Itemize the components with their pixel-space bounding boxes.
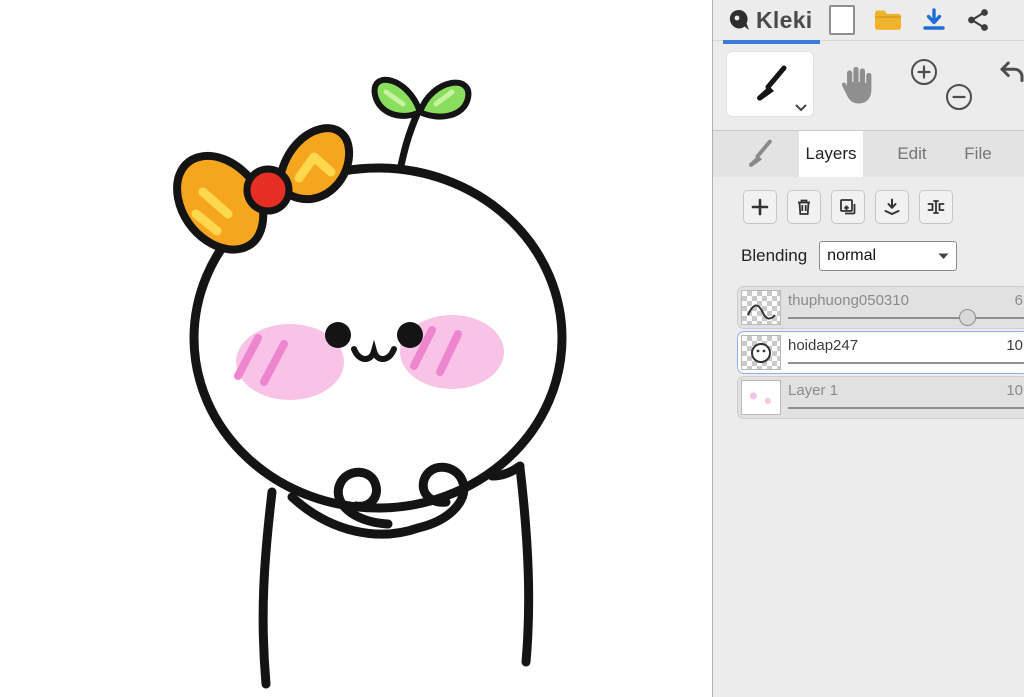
kleki-logo-icon [729, 10, 749, 30]
share-icon[interactable] [965, 7, 991, 33]
layer-opacity-slider[interactable] [788, 309, 1024, 326]
open-folder-icon[interactable] [873, 7, 903, 33]
tab-edit[interactable]: Edit [889, 131, 935, 177]
active-tool-brush-icon[interactable] [739, 131, 779, 177]
drawing-canvas[interactable] [0, 0, 712, 697]
plus-icon [917, 65, 931, 79]
blending-select[interactable]: normal [819, 241, 958, 271]
layer-opacity-slider[interactable] [788, 407, 1024, 409]
rename-layer-button[interactable] [919, 190, 953, 224]
canvas-artwork [173, 76, 567, 689]
layer-row-layer-1[interactable]: Layer 1 10 [737, 376, 1024, 419]
blending-selected-value: normal [827, 247, 877, 264]
layer-actions [743, 190, 953, 224]
tab-layers[interactable]: Layers [799, 131, 863, 177]
app-title: Kleki [756, 6, 813, 33]
layer-name: hoidap247 [788, 337, 859, 354]
add-layer-button[interactable] [743, 190, 777, 224]
current-color-strip[interactable] [723, 40, 820, 44]
layer-opacity-value: 10 [1006, 382, 1023, 399]
layer-thumbnail [741, 380, 781, 415]
download-glyph [923, 8, 945, 30]
layer-opacity-value: 6 [1014, 292, 1023, 309]
panel-tab-bar: Layers Edit File [713, 130, 1024, 177]
duplicate-layer-button[interactable] [831, 190, 865, 224]
blending-label: Blending [741, 246, 808, 265]
topbar: Kleki [713, 0, 1024, 41]
tool-tab-brush[interactable] [727, 52, 813, 116]
layer-opacity-value: 10 [1006, 337, 1023, 354]
topbar-icons [829, 5, 991, 35]
duplicate-icon [840, 199, 856, 215]
side-panel: Kleki Layers Edit File Blending normal t… [712, 0, 1024, 697]
zoom-out-button[interactable] [946, 84, 972, 110]
delete-layer-button[interactable] [787, 190, 821, 224]
layer-row-thuphuong050310[interactable]: thuphuong050310 6 [737, 286, 1024, 329]
share-glyph [968, 9, 988, 31]
merge-down-icon [884, 198, 900, 215]
layer-thumbnail [741, 335, 781, 370]
brush-tool-icon [757, 65, 787, 101]
new-file-icon[interactable] [829, 5, 855, 35]
rename-icon [927, 200, 945, 214]
layer-name: thuphuong050310 [788, 292, 909, 309]
blending-row: Blending normal [741, 240, 958, 272]
tab-file[interactable]: File [955, 131, 1001, 177]
layer-thumbnail [741, 290, 781, 325]
zoom-in-button[interactable] [911, 59, 937, 85]
folder-glyph [875, 10, 901, 30]
minus-icon [952, 95, 966, 99]
layer-name: Layer 1 [788, 382, 839, 399]
slider-handle[interactable] [959, 309, 977, 326]
plus-icon [751, 198, 769, 216]
trash-icon [798, 199, 810, 215]
new-file-page [829, 5, 855, 35]
kleki-logo: Kleki [713, 7, 829, 34]
hand-tool-icon [841, 66, 872, 104]
layer-opacity-slider[interactable] [788, 362, 1024, 364]
select-arrow-icon [938, 253, 949, 259]
download-icon[interactable] [921, 7, 947, 33]
layer-row-hoidap247[interactable]: hoidap247 10 [737, 331, 1024, 374]
undo-button[interactable] [995, 56, 1024, 90]
chevron-down-icon[interactable] [795, 104, 807, 112]
tool-tab-hand[interactable] [813, 52, 899, 116]
undo-icon [1000, 61, 1024, 82]
merge-layer-button[interactable] [875, 190, 909, 224]
